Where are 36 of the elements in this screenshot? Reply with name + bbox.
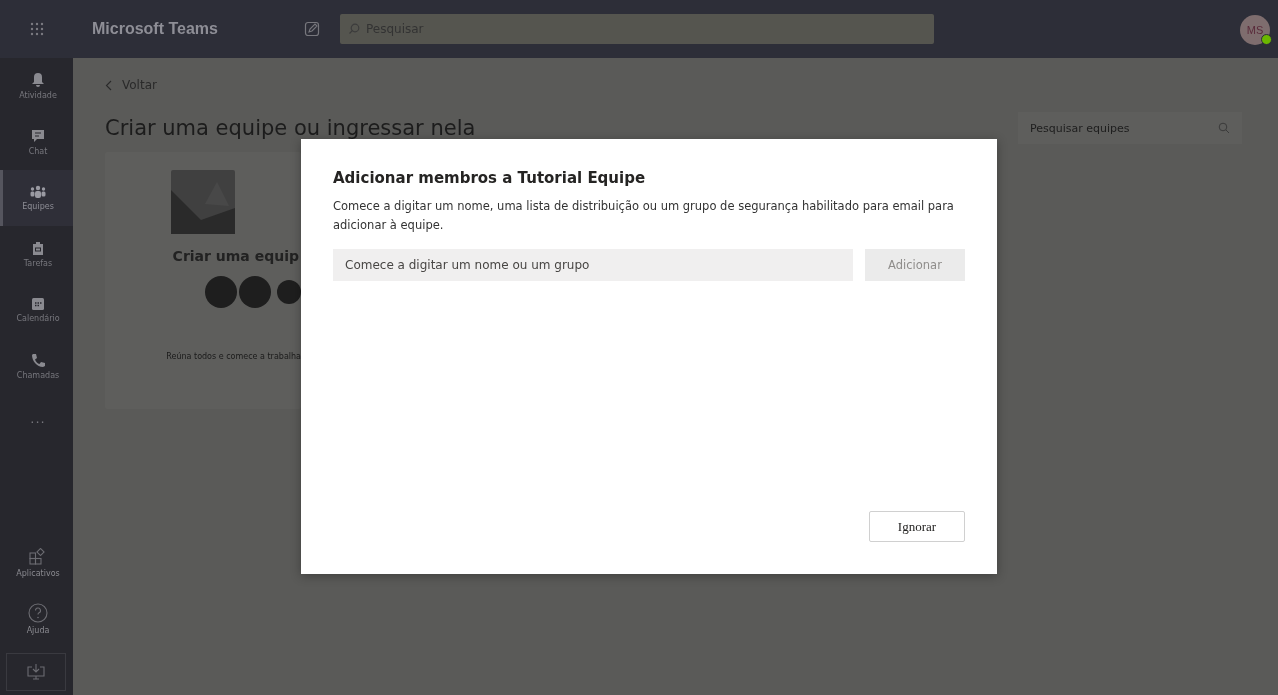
nav-item[interactable]: Calendário bbox=[0, 282, 73, 338]
app-title: Microsoft Teams bbox=[92, 20, 219, 38]
page-title: Criar uma equipe ou ingressar nela bbox=[105, 116, 476, 140]
dialog-title: Adicionar membros a Tutorial Equipe bbox=[333, 169, 647, 187]
nav-item[interactable]: Equipes bbox=[0, 170, 73, 226]
search-icon bbox=[348, 23, 360, 35]
team-image-icon bbox=[171, 170, 235, 234]
nav-item[interactable]: ··· bbox=[0, 394, 73, 450]
avatar-circles-icon bbox=[205, 276, 301, 308]
download-button[interactable] bbox=[6, 653, 66, 691]
nav-item[interactable]: Tarefas bbox=[0, 226, 73, 282]
phone-icon bbox=[31, 352, 45, 368]
nav-item[interactable]: Aplicativos bbox=[0, 535, 73, 591]
clipboard-icon bbox=[32, 240, 44, 256]
nav-item[interactable]: Chat bbox=[0, 114, 73, 170]
people-icon bbox=[29, 185, 47, 199]
team-search-field[interactable]: Pesquisar equipes bbox=[1018, 112, 1242, 144]
compose-icon[interactable] bbox=[304, 21, 320, 37]
status-dot bbox=[1261, 34, 1272, 45]
card-title: Criar uma equip bbox=[172, 248, 300, 264]
bell-icon bbox=[31, 72, 45, 88]
dialog-description: Comece a digitar um nome, uma lista de distribuição ou um grupo de segurança habilitado para email para adicionar à equipe. bbox=[333, 198, 955, 234]
search-icon bbox=[1218, 122, 1230, 134]
nav-item[interactable]: Ajuda bbox=[0, 591, 73, 647]
apps-icon bbox=[29, 548, 47, 566]
member-input-field[interactable]: Comece a digitar um nome ou um grupo bbox=[333, 249, 853, 281]
download-monitor-icon bbox=[26, 663, 46, 681]
nav-item[interactable]: Atividade bbox=[0, 58, 73, 114]
chevron-left-icon[interactable] bbox=[105, 79, 112, 91]
app-launcher-icon[interactable] bbox=[29, 22, 44, 36]
calendar-icon bbox=[31, 297, 45, 311]
chat-icon bbox=[31, 128, 45, 144]
help-icon bbox=[28, 603, 48, 623]
user-avatar[interactable]: MS bbox=[1240, 15, 1270, 45]
nav-item[interactable]: Chamadas bbox=[0, 338, 73, 394]
skip-button[interactable]: Ignorar bbox=[869, 511, 965, 542]
